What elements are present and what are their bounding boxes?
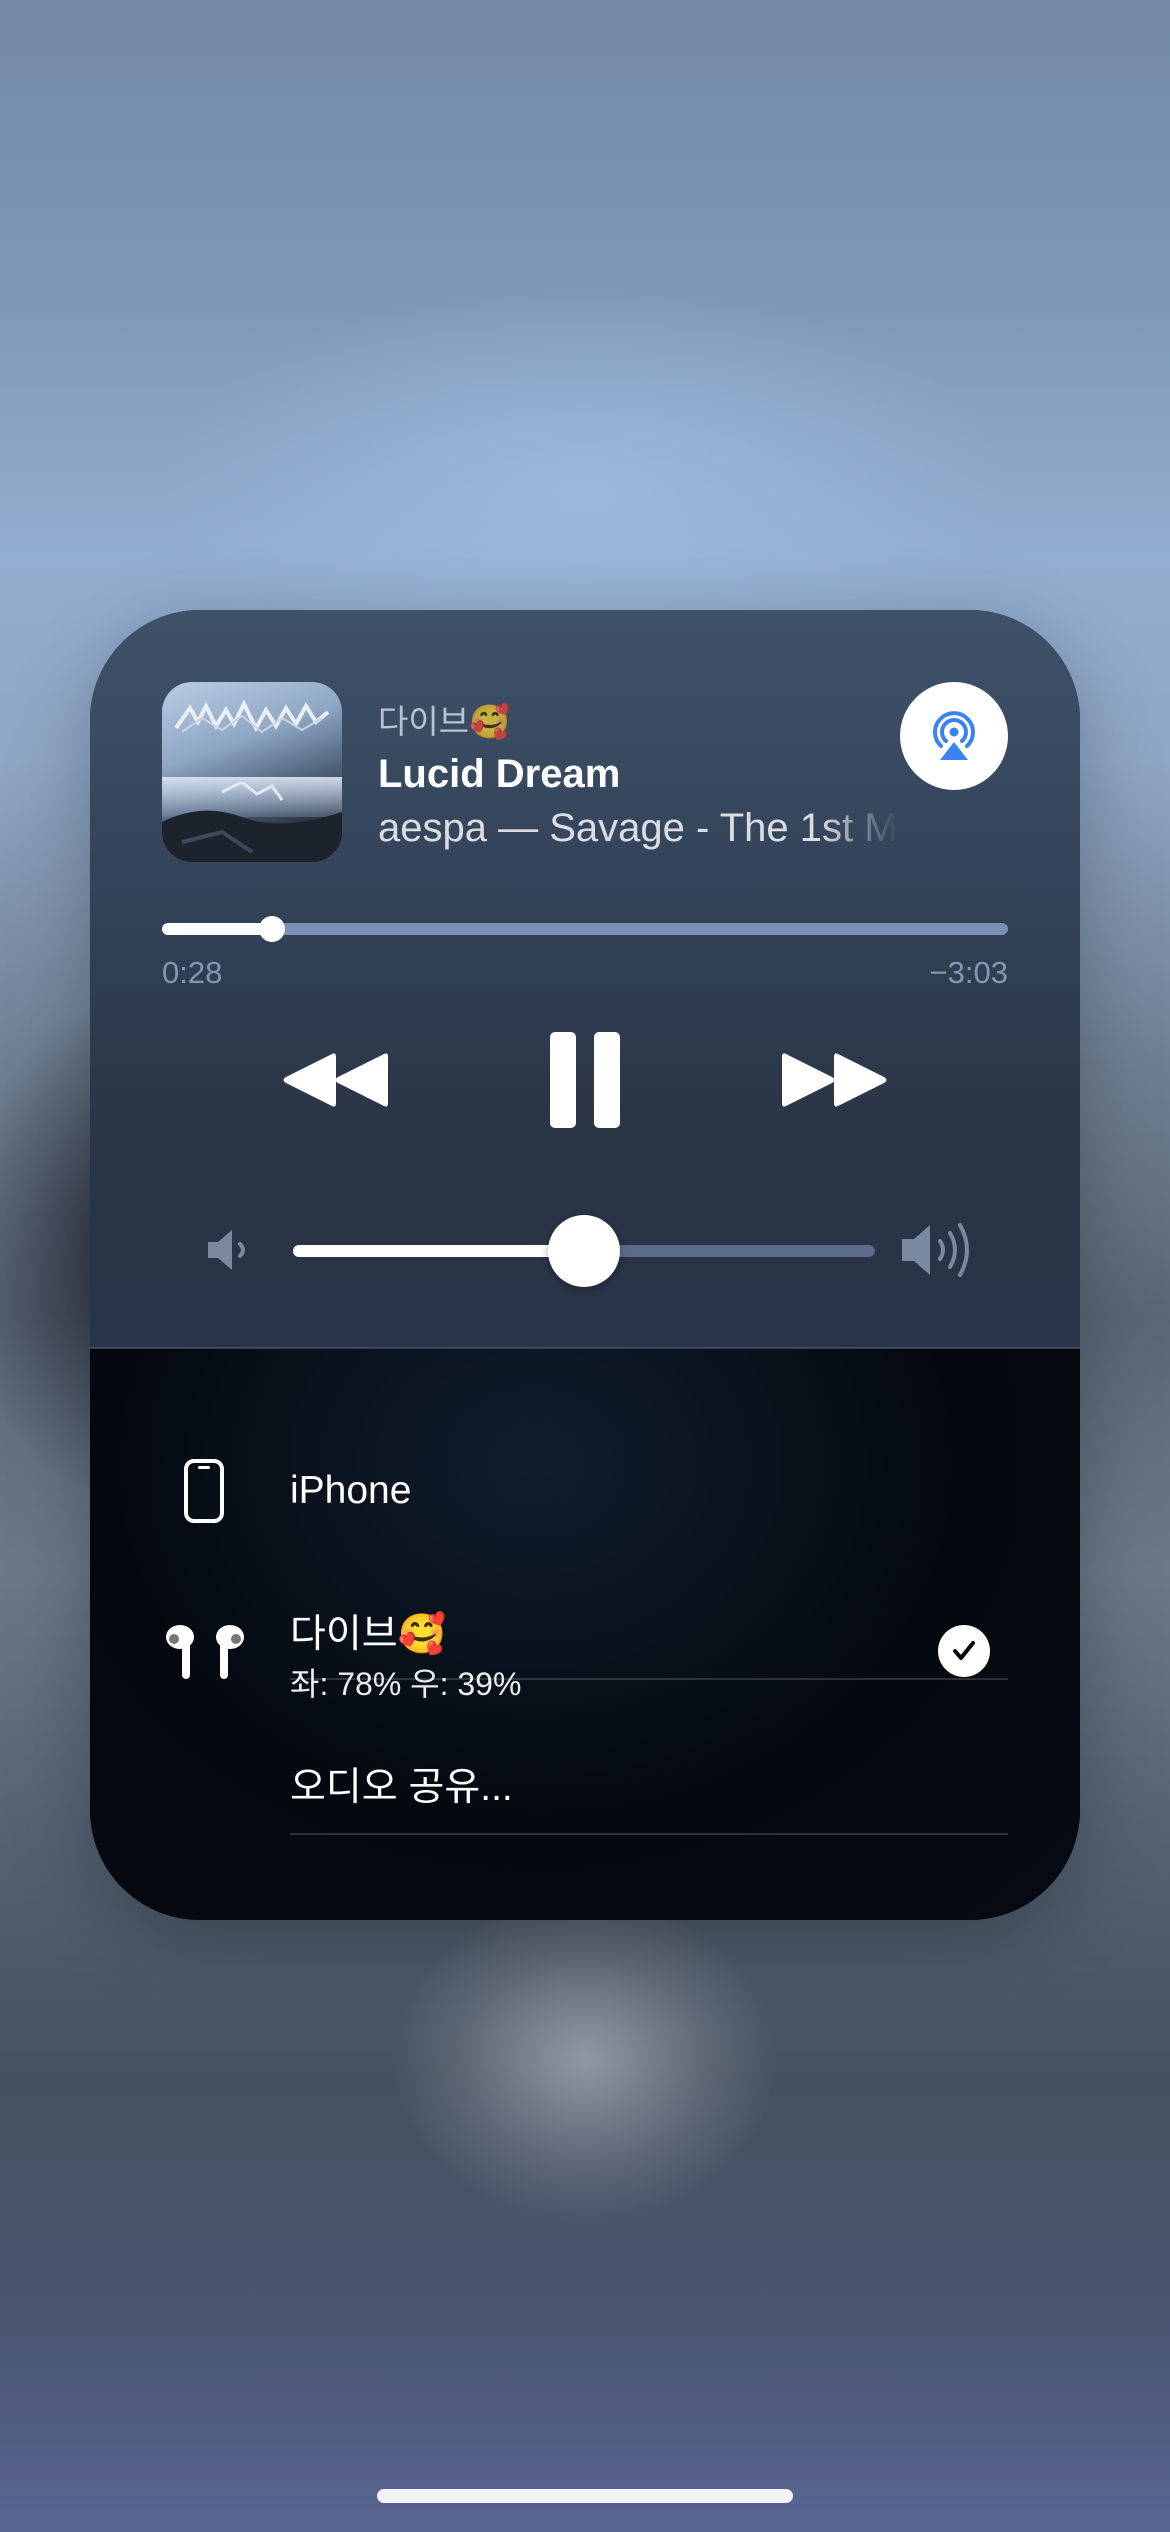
output-device-label: 다이브🥰 (378, 703, 511, 740)
output-row-iphone[interactable]: iPhone (90, 1349, 1080, 1569)
output-label-airpods: 다이브🥰 (290, 1613, 447, 1656)
airpods-icon (166, 1625, 244, 1679)
playback-progress-fill (162, 923, 272, 935)
album-art-scene (162, 782, 342, 862)
volume-low-icon (208, 1230, 245, 1270)
iphone-icon (184, 1459, 224, 1523)
song-artist-album: aespa — Savage - The 1st Mini Album (378, 806, 898, 850)
airplay-button[interactable] (900, 682, 1008, 790)
playback-scrubber[interactable] (162, 916, 1008, 942)
volume-slider-fill (293, 1245, 584, 1257)
volume-slider-knob[interactable] (548, 1215, 620, 1287)
audio-sharing-row[interactable]: 오디오 공유... (90, 1724, 1080, 1879)
elapsed-time: 0:28 (162, 955, 223, 990)
pause-button[interactable] (510, 1020, 660, 1140)
track-info[interactable]: 다이브🥰 Lucid Dream aespa — Savage - The 1s… (378, 702, 898, 852)
airplay-audio-icon (933, 711, 975, 760)
background-glow-bottom (395, 1900, 775, 2220)
now-playing-panel: 다이브🥰 Lucid Dream aespa — Savage - The 1s… (90, 610, 1080, 1348)
airpods-battery-status: 좌: 78% 우: 39% (290, 1666, 522, 1702)
pause-icon (550, 1032, 620, 1128)
selected-checkmark (938, 1625, 990, 1677)
volume-slider[interactable] (293, 1215, 875, 1287)
checkmark-icon (953, 1641, 975, 1660)
album-logo-icon (174, 700, 330, 734)
playback-scrubber-knob[interactable] (258, 916, 285, 942)
fast-forward-button[interactable] (770, 1020, 900, 1140)
audio-sharing-label: 오디오 공유... (290, 1766, 513, 1809)
song-title: Lucid Dream (378, 752, 621, 796)
rewind-button[interactable] (270, 1020, 400, 1140)
audio-output-list: iPhone 다이브🥰 좌: 78% 우: 39% 오디오 공유... (90, 1349, 1080, 1920)
output-row-airpods[interactable]: 다이브🥰 좌: 78% 우: 39% (90, 1569, 1080, 1724)
volume-high-icon (902, 1223, 969, 1277)
home-indicator[interactable] (377, 2489, 793, 2503)
rewind-icon (283, 1053, 388, 1107)
album-art[interactable] (162, 682, 342, 862)
fast-forward-icon (782, 1053, 887, 1107)
airplay-card: 다이브🥰 Lucid Dream aespa — Savage - The 1s… (90, 610, 1080, 1920)
remaining-time: −3:03 (929, 955, 1008, 990)
output-label-iphone: iPhone (290, 1469, 412, 1512)
